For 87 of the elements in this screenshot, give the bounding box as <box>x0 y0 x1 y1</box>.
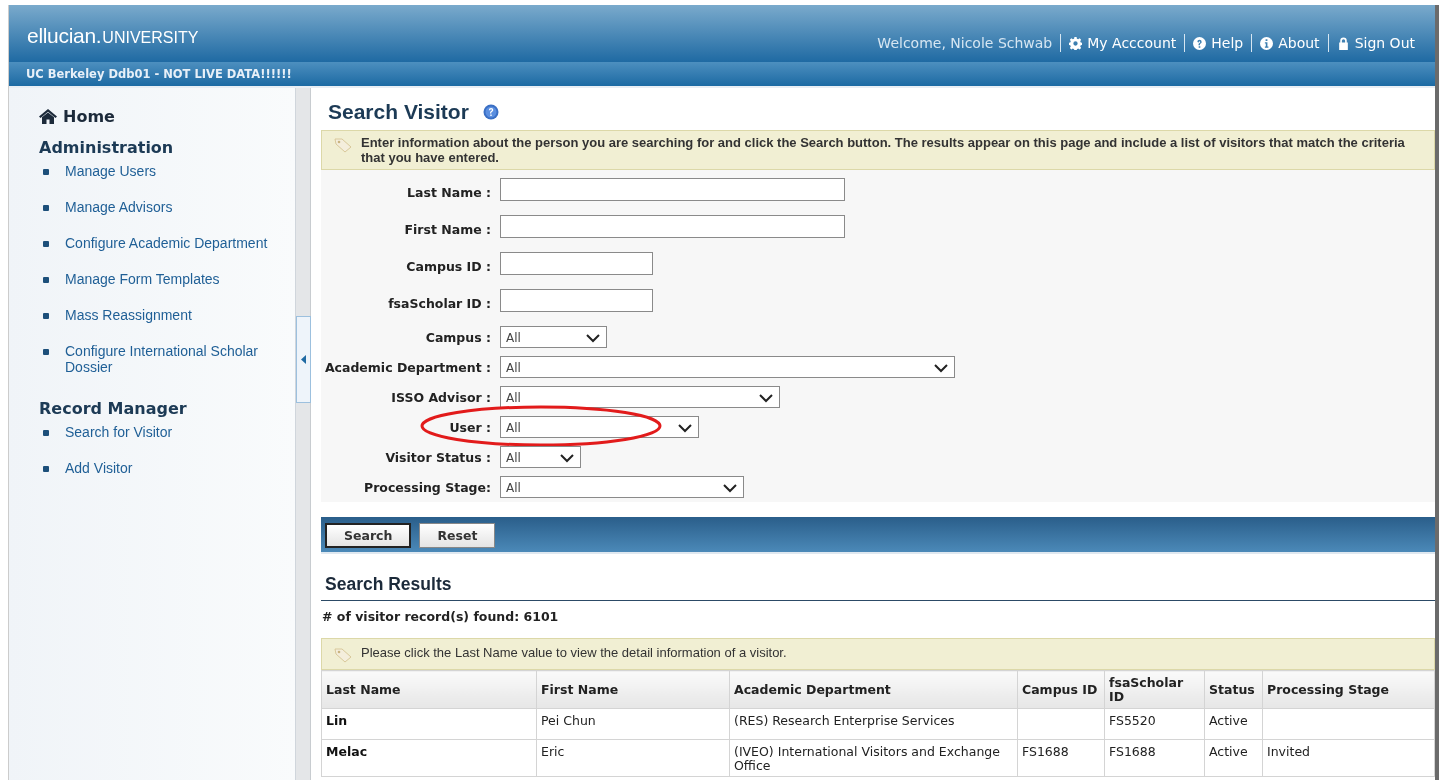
dropdown[interactable]: All <box>500 446 581 468</box>
welcome-text: Welcome, Nicole Schwab <box>877 35 1054 51</box>
left-triangle-icon <box>301 355 306 364</box>
section-heading: Administration <box>39 138 175 157</box>
visitor-link[interactable]: Lin <box>326 713 348 728</box>
visitor-link[interactable]: Melac <box>326 744 368 759</box>
column-header: Academic Department <box>729 670 1018 709</box>
table-cell: Active <box>1204 708 1263 740</box>
field-label: fsaScholar ID : <box>387 296 491 311</box>
table-cell: (IVEO) International Visitors and Exchange Office <box>729 739 1018 777</box>
lock-icon <box>1336 36 1350 50</box>
help-icon <box>482 104 499 120</box>
sidebar-link[interactable]: Manage Form Templates <box>65 271 220 287</box>
dropdown[interactable]: All <box>500 386 780 408</box>
gear-icon <box>1069 36 1083 50</box>
dropdown[interactable]: All <box>500 326 607 348</box>
column-header: Processing Stage <box>1262 670 1435 709</box>
table-cell: Invited <box>1262 739 1435 777</box>
environment-banner: UC Berkeley Ddb01 - NOT LIVE DATA!!!!!! <box>9 62 1435 88</box>
bullet-icon <box>43 277 49 283</box>
text-field[interactable] <box>500 289 653 312</box>
field-label: Processing Stage: <box>363 479 491 495</box>
dropdown[interactable]: All <box>500 356 955 378</box>
tag-icon <box>334 137 352 153</box>
field-label: Academic Department : <box>323 359 491 375</box>
hint-text: Please click the Last Name value to view the detail information of a visitor. <box>361 645 787 662</box>
collapse-handle[interactable] <box>296 316 311 403</box>
record-count: # of visitor record(s) found: 6101 <box>322 609 560 624</box>
bullet-icon <box>43 349 49 355</box>
reset-button[interactable]: Reset <box>419 523 496 548</box>
column-header: Campus ID <box>1017 670 1105 709</box>
column-header: Last Name <box>321 670 537 709</box>
logo-text: ellucian. <box>27 24 102 48</box>
bullet-icon <box>43 241 49 247</box>
table-cell: FS1688 <box>1017 739 1105 777</box>
sidebar-link[interactable]: Configure Academic Department <box>65 235 268 251</box>
sidebar-link[interactable]: Search for Visitor <box>65 424 173 440</box>
bullet-icon <box>43 169 49 175</box>
chevron-down-icon <box>560 453 574 463</box>
field-label: User : <box>448 419 491 435</box>
text-field[interactable] <box>500 215 845 238</box>
house-icon <box>39 109 57 124</box>
chevron-down-icon <box>934 363 948 373</box>
sidebar-link[interactable]: Mass Reassignment <box>65 307 192 323</box>
bullet-icon <box>43 466 49 472</box>
field-label: ISSO Advisor : <box>390 389 491 405</box>
logo-subtext: UNIVERSITY <box>102 29 199 47</box>
section-title: Search Results <box>321 574 1435 601</box>
bullet-icon <box>43 313 49 319</box>
tag-icon <box>334 647 352 663</box>
sidebar-link[interactable]: Add Visitor <box>65 460 133 476</box>
field-label: First Name : <box>403 222 491 237</box>
instruction-text: Enter information about the person you are searching for and click the Search button. The results appear on this page and include a list of visitors that match the criteria that you have entered. <box>361 135 1406 165</box>
chevron-down-icon <box>759 393 773 403</box>
page-title: Search Visitor <box>328 100 469 124</box>
text-field[interactable] <box>500 252 653 275</box>
chevron-down-icon <box>678 423 692 433</box>
field-label: Visitor Status : <box>384 449 491 465</box>
sidebar-link[interactable]: Manage Users <box>65 163 157 179</box>
column-header: fsaScholar ID <box>1104 670 1205 709</box>
header-link[interactable]: About <box>1251 34 1328 52</box>
column-header: First Name <box>536 670 730 709</box>
header-link[interactable]: My Acccount <box>1060 34 1185 52</box>
chevron-down-icon <box>723 483 737 493</box>
field-label: Last Name : <box>406 185 491 200</box>
bullet-icon <box>43 430 49 436</box>
table-cell: Active <box>1204 739 1263 777</box>
search-button[interactable]: Search <box>325 523 412 548</box>
sidebar-link[interactable]: Manage Advisors <box>65 199 173 215</box>
header-link[interactable]: Help <box>1184 34 1252 52</box>
section-heading: Record Manager <box>39 399 188 418</box>
table-cell: FS1688 <box>1104 739 1205 777</box>
table-cell: (RES) Research Enterprise Services <box>729 708 1018 740</box>
table-cell: Pei Chun <box>536 708 730 740</box>
bullet-icon <box>43 205 49 211</box>
chevron-down-icon <box>586 333 600 343</box>
text-field[interactable] <box>500 178 845 201</box>
dropdown[interactable]: All <box>500 476 744 498</box>
sidebar-link[interactable]: Configure International Scholar Dossier <box>65 343 275 375</box>
header-link[interactable]: Sign Out <box>1327 34 1415 52</box>
field-label: Campus ID : <box>405 259 491 274</box>
dropdown[interactable]: All <box>500 416 699 438</box>
column-header: Status <box>1204 670 1263 709</box>
table-cell: Eric <box>536 739 730 777</box>
table-cell: FS5520 <box>1104 708 1205 740</box>
home-link[interactable]: Home <box>31 107 295 126</box>
field-label: Campus : <box>424 329 491 345</box>
